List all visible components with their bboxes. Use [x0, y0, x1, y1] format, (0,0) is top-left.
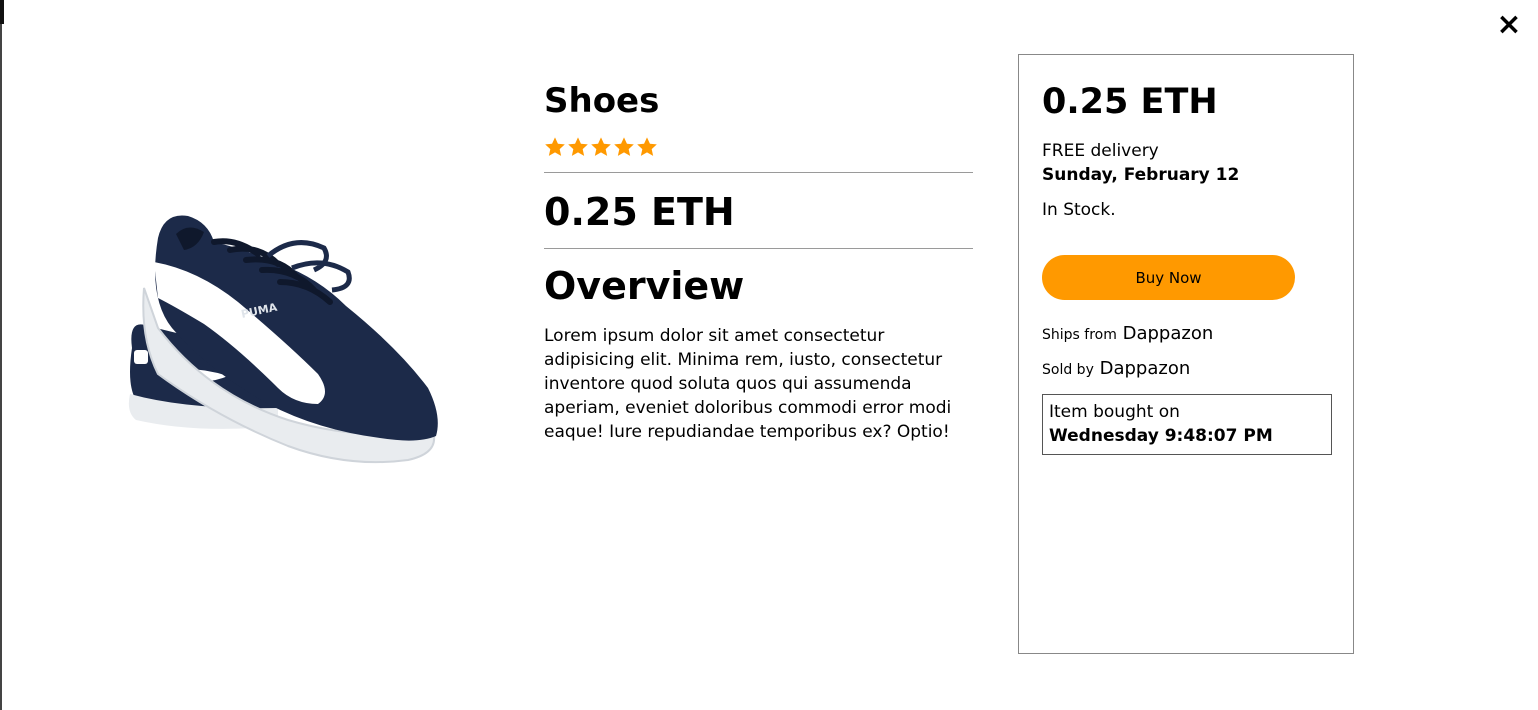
sold-by-label: Sold by	[1042, 362, 1094, 378]
bought-label: Item bought on	[1049, 402, 1180, 422]
star-icon	[568, 137, 588, 156]
sold-by: Sold by Dappazon	[1042, 357, 1190, 382]
star-icon	[591, 137, 611, 156]
star-icon	[614, 137, 634, 156]
delivery-info: FREE delivery Sunday, February 12	[1042, 139, 1239, 187]
product-price: 0.25 ETH	[544, 190, 735, 234]
buy-now-button[interactable]: Buy Now	[1042, 255, 1295, 300]
close-icon[interactable]: ×	[1494, 10, 1524, 40]
purchase-record: Item bought on Wednesday 9:48:07 PM	[1042, 394, 1332, 455]
delivery-date: Sunday, February 12	[1042, 165, 1240, 185]
window-edge	[0, 0, 2, 710]
sold-by-value: Dappazon	[1099, 358, 1191, 379]
product-details: Shoes 0.25 ETH Overview Lorem ipsum dolo…	[544, 78, 973, 461]
buy-box: 0.25 ETH FREE delivery Sunday, February …	[1018, 54, 1354, 654]
buy-box-price: 0.25 ETH	[1042, 82, 1218, 122]
star-icon	[637, 137, 657, 156]
rating-stars	[544, 136, 973, 160]
bought-date: Wednesday 9:48:07 PM	[1049, 426, 1273, 446]
ships-from-label: Ships from	[1042, 327, 1117, 343]
overview-heading: Overview	[544, 264, 745, 308]
delivery-label: FREE delivery	[1042, 141, 1159, 161]
ships-from-value: Dappazon	[1122, 323, 1214, 344]
product-title: Shoes	[544, 81, 660, 121]
stock-status: In Stock.	[1042, 200, 1116, 220]
product-image: PUMA	[118, 198, 448, 473]
star-icon	[545, 137, 565, 156]
product-description: Lorem ipsum dolor sit amet consectetur a…	[544, 326, 952, 442]
ships-from: Ships from Dappazon	[1042, 322, 1213, 347]
window-edge-marker	[0, 0, 4, 24]
